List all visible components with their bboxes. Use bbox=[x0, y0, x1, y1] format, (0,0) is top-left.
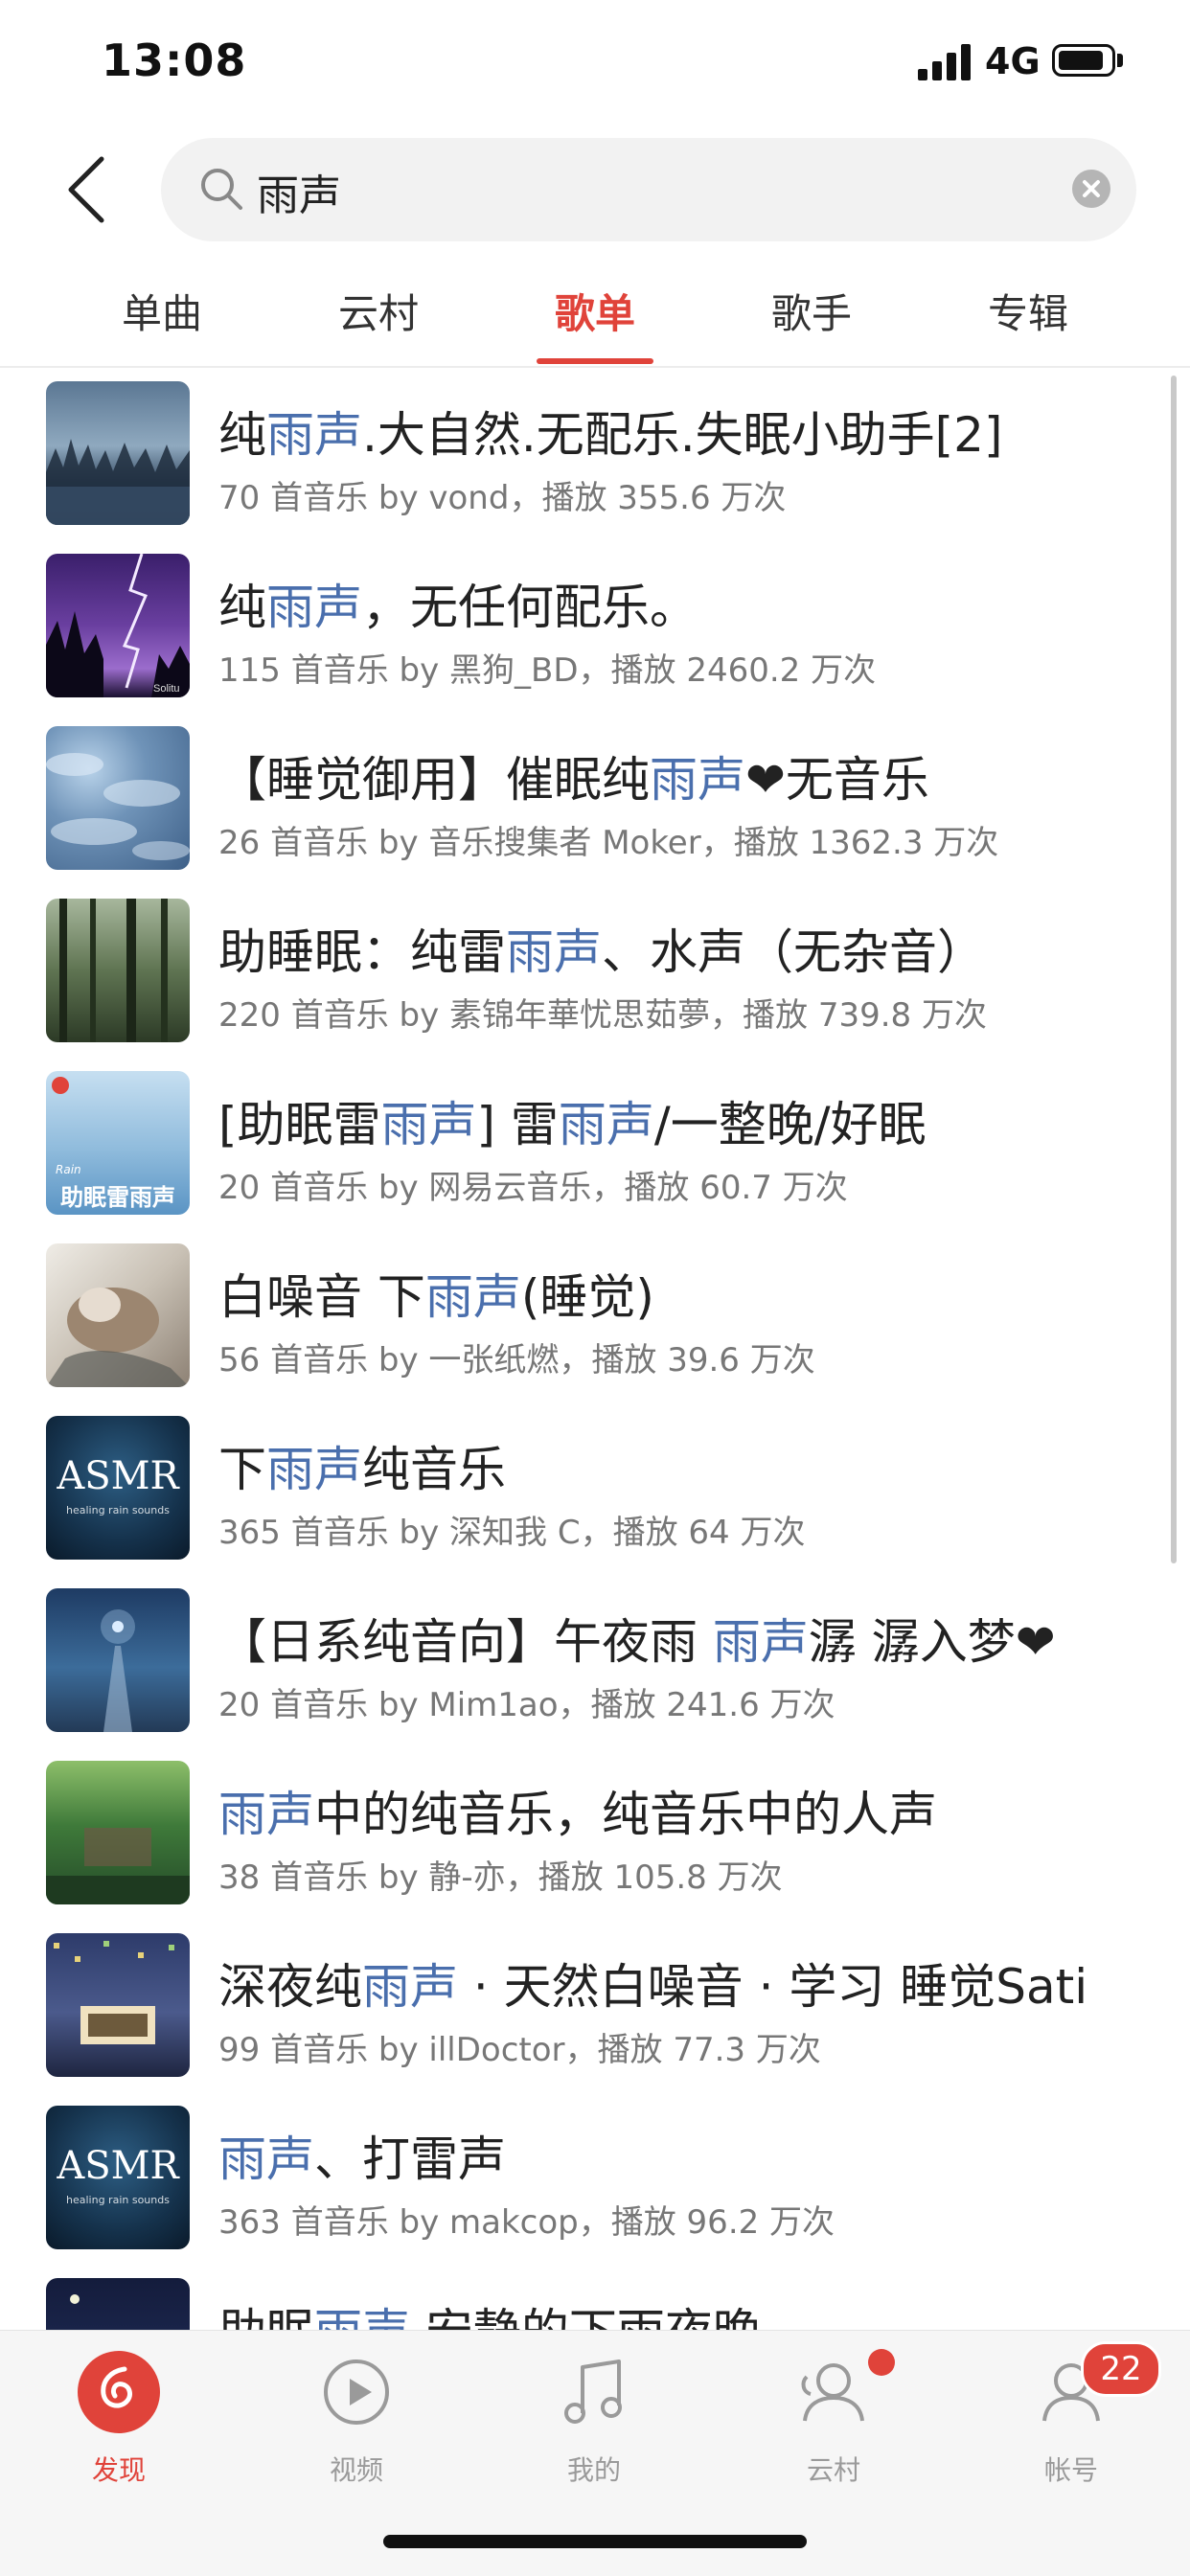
chevron-left-icon bbox=[68, 156, 104, 223]
playlist-meta: 38 首音乐 by 静-亦，播放 105.8 万次 bbox=[218, 1858, 783, 1897]
battery-cap bbox=[1117, 54, 1123, 67]
playlist-cover bbox=[46, 1933, 190, 2077]
playlist-meta: 26 首音乐 by 音乐搜集者 Moker，播放 1362.3 万次 bbox=[218, 824, 999, 862]
nav-video[interactable]: 视频 bbox=[261, 2350, 452, 2494]
playlist-cover: ASMR healing rain sounds bbox=[46, 2106, 190, 2249]
cover-asmr-sub: healing rain sounds bbox=[66, 2194, 170, 2206]
nav-label: 云村 bbox=[806, 2454, 860, 2486]
playlist-row[interactable]: 白噪音 下雨声(睡觉) 56 首音乐 by 一张纸燃，播放 39.6 万次 bbox=[0, 1230, 1190, 1402]
playlist-row[interactable]: 助睡眠：纯雷雨声、水声（无杂音） 220 首音乐 by 素锦年華忧思茹夢，播放 … bbox=[0, 885, 1190, 1058]
friends-icon bbox=[801, 2363, 864, 2422]
playlist-meta: 20 首音乐 by 网易云音乐，播放 60.7 万次 bbox=[218, 1169, 848, 1207]
discover-icon bbox=[78, 2351, 160, 2433]
clear-icon[interactable] bbox=[1071, 169, 1111, 209]
search-icon bbox=[201, 169, 242, 210]
playlist-title: 雨声、打雷声 bbox=[218, 2131, 506, 2187]
playlist-row[interactable]: 【睡觉御用】催眠纯雨声❤无音乐 26 首音乐 by 音乐搜集者 Moker，播放… bbox=[0, 713, 1190, 885]
nav-cloud-village[interactable]: 云村 bbox=[738, 2350, 929, 2494]
search-input[interactable]: 雨声 bbox=[161, 138, 1136, 241]
playlist-row[interactable]: 雨声中的纯音乐，纯音乐中的人声 38 首音乐 by 静-亦，播放 105.8 万… bbox=[0, 1747, 1190, 1920]
playlist-row[interactable]: 助眠雨声 安静的下雨夜晚 bbox=[0, 2265, 1190, 2330]
playlist-row[interactable]: ASMR healing rain sounds 雨声、打雷声 363 首音乐 … bbox=[0, 2092, 1190, 2265]
playlist-title: 雨声中的纯音乐，纯音乐中的人声 bbox=[218, 1787, 937, 1842]
tab-active-indicator bbox=[537, 358, 653, 364]
playlist-results: 纯雨声.大自然.无配乐.失眠小助手[2] 70 首音乐 by vond，播放 3… bbox=[0, 368, 1190, 2330]
playlist-cover: Solitu bbox=[46, 554, 190, 697]
search-query: 雨声 bbox=[257, 171, 341, 220]
playlist-title: 下雨声纯音乐 bbox=[218, 1442, 506, 1497]
cover-asmr-label: ASMR bbox=[57, 2144, 179, 2188]
playlist-cover bbox=[46, 899, 190, 1042]
tab-cloud-village[interactable]: 云村 bbox=[270, 282, 487, 340]
playlist-title: 白噪音 下雨声(睡觉) bbox=[218, 1269, 654, 1325]
playlist-meta: 365 首音乐 by 深知我 C，播放 64 万次 bbox=[218, 1514, 806, 1552]
playlist-cover bbox=[46, 1588, 190, 1732]
music-note-icon bbox=[564, 2359, 622, 2424]
nav-label: 发现 bbox=[91, 2454, 146, 2486]
playlist-title: 深夜纯雨声 · 天然白噪音 · 学习 睡觉Sati bbox=[218, 1959, 1088, 2015]
playlist-title: 纯雨声.大自然.无配乐.失眠小助手[2] bbox=[218, 407, 1003, 463]
playlist-title: [助眠雷雨声] 雷雨声/一整晚/好眠 bbox=[218, 1097, 927, 1152]
playlist-row[interactable]: ASMR healing rain sounds 下雨声纯音乐 365 首音乐 … bbox=[0, 1402, 1190, 1575]
tab-songs[interactable]: 单曲 bbox=[54, 282, 270, 340]
playlist-title: 助眠雨声 安静的下雨夜晚 bbox=[218, 2293, 761, 2330]
playlist-row[interactable]: 纯雨声.大自然.无配乐.失眠小助手[2] 70 首音乐 by vond，播放 3… bbox=[0, 368, 1190, 540]
netease-logo-icon bbox=[52, 1077, 69, 1094]
nav-my-music[interactable]: 我的 bbox=[498, 2350, 690, 2494]
playlist-row[interactable]: 深夜纯雨声 · 天然白噪音 · 学习 睡觉Sati 99 首音乐 by illD… bbox=[0, 1920, 1190, 2092]
signal-icon bbox=[918, 42, 973, 80]
tab-albums[interactable]: 专辑 bbox=[920, 282, 1136, 340]
playlist-row[interactable]: Solitu 纯雨声，无任何配乐。 115 首音乐 by 黑狗_BD，播放 24… bbox=[0, 540, 1190, 713]
status-time: 13:08 bbox=[102, 34, 247, 86]
status-bar: 13:08 4G bbox=[0, 0, 1190, 125]
cover-asmr-sub: healing rain sounds bbox=[66, 1504, 170, 1516]
home-indicator[interactable] bbox=[383, 2535, 807, 2548]
nav-label: 帐号 bbox=[1043, 2454, 1098, 2486]
playlist-title: 助睡眠：纯雷雨声、水声（无杂音） bbox=[218, 924, 985, 980]
playlist-meta: 20 首音乐 by Mim1ao，播放 241.6 万次 bbox=[218, 1686, 835, 1724]
playlist-meta: 115 首音乐 by 黑狗_BD，播放 2460.2 万次 bbox=[218, 651, 877, 690]
search-tabs: 单曲 云村 歌单 歌手 专辑 bbox=[0, 259, 1190, 368]
storm-cover-signature: Solitu bbox=[153, 683, 180, 695]
tab-playlists[interactable]: 歌单 bbox=[487, 282, 703, 340]
scrollbar[interactable] bbox=[1171, 376, 1177, 1563]
playlist-cover bbox=[46, 726, 190, 870]
playlist-cover: ASMR healing rain sounds bbox=[46, 1416, 190, 1560]
playlist-title: 纯雨声，无任何配乐。 bbox=[218, 580, 698, 635]
cover-rain-label: 助眠雷雨声 bbox=[60, 1184, 175, 1211]
playlist-meta: 99 首音乐 by illDoctor，播放 77.3 万次 bbox=[218, 2031, 821, 2069]
cover-asmr-label: ASMR bbox=[57, 1454, 179, 1498]
playlist-row[interactable]: 【日系纯音向】午夜雨 雨声潺 潺入梦❤ 20 首音乐 by Mim1ao，播放 … bbox=[0, 1575, 1190, 1747]
playlist-meta: 220 首音乐 by 素锦年華忧思茹夢，播放 739.8 万次 bbox=[218, 996, 987, 1035]
notification-dot bbox=[868, 2349, 895, 2376]
playlist-cover: Rain 助眠雷雨声 bbox=[46, 1071, 190, 1215]
network-type: 4G bbox=[985, 40, 1041, 82]
playlist-cover bbox=[46, 2278, 190, 2330]
playlist-cover bbox=[46, 1761, 190, 1904]
nav-discover[interactable]: 发现 bbox=[23, 2350, 215, 2494]
battery-icon bbox=[1052, 44, 1115, 77]
playlist-title: 【睡觉御用】催眠纯雨声❤无音乐 bbox=[218, 752, 929, 808]
back-button[interactable] bbox=[59, 153, 126, 226]
nav-label: 视频 bbox=[329, 2454, 383, 2486]
playlist-title: 【日系纯音向】午夜雨 雨声潺 潺入梦❤ bbox=[218, 1614, 1056, 1670]
playlist-cover bbox=[46, 1243, 190, 1387]
playlist-meta: 70 首音乐 by vond，播放 355.6 万次 bbox=[218, 479, 787, 517]
nav-label: 我的 bbox=[566, 2454, 621, 2486]
cover-rain-small: Rain bbox=[56, 1163, 81, 1176]
playlist-row[interactable]: Rain 助眠雷雨声 [助眠雷雨声] 雷雨声/一整晚/好眠 20 首音乐 by … bbox=[0, 1058, 1190, 1230]
tab-artists[interactable]: 歌手 bbox=[703, 282, 920, 340]
playlist-cover bbox=[46, 381, 190, 525]
playlist-meta: 363 首音乐 by makcop，播放 96.2 万次 bbox=[218, 2203, 835, 2242]
account-badge: 22 bbox=[1081, 2341, 1161, 2397]
playlist-meta: 56 首音乐 by 一张纸燃，播放 39.6 万次 bbox=[218, 1341, 815, 1379]
video-icon bbox=[324, 2359, 389, 2425]
